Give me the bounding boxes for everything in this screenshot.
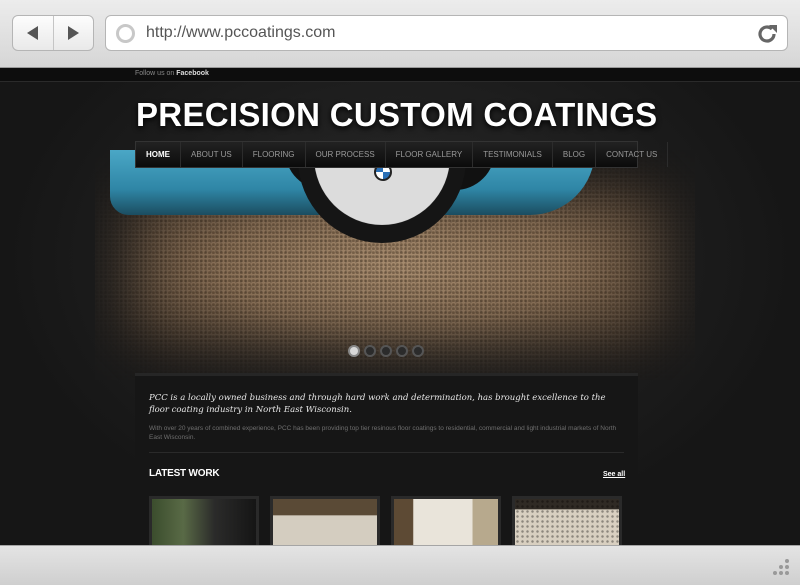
intro-lead-text: PCC is a locally owned business and thro…: [149, 393, 606, 415]
facebook-link[interactable]: Facebook: [176, 70, 209, 77]
see-all-link[interactable]: See all: [603, 471, 625, 478]
web-page: Follow us on Facebook PRECISION CUSTOM C…: [0, 68, 800, 545]
nav-blog[interactable]: BLOG: [553, 142, 597, 167]
nav-home[interactable]: HOME: [136, 142, 181, 167]
thumbnail-image: [273, 499, 377, 545]
thumbnail-image: [515, 499, 619, 545]
follow-text: Follow us on Facebook: [135, 70, 209, 77]
url-text[interactable]: http://www.pccoatings.com: [146, 24, 335, 42]
latest-work-heading: LATEST WORK: [149, 468, 220, 479]
slider-dot-4[interactable]: [396, 345, 408, 357]
work-thumbnail-1[interactable]: [149, 496, 259, 545]
slider-pagination: [348, 345, 424, 357]
thumbnail-image: [394, 499, 498, 545]
thumbnail-image: [152, 499, 256, 545]
back-button[interactable]: [13, 16, 53, 50]
divider: [149, 452, 624, 453]
slider-dot-3[interactable]: [380, 345, 392, 357]
nav-flooring[interactable]: FLOORING: [243, 142, 306, 167]
main-navigation: HOME ABOUT US FLOORING OUR PROCESS FLOOR…: [135, 141, 669, 168]
slider-dot-5[interactable]: [412, 345, 424, 357]
work-thumbnail-2[interactable]: [270, 496, 380, 545]
nav-our-process[interactable]: OUR PROCESS: [306, 142, 386, 167]
back-arrow-icon: [27, 26, 39, 40]
history-nav: [12, 15, 94, 51]
nav-floor-gallery[interactable]: FLOOR GALLERY: [386, 142, 474, 167]
intro-section: PCC is a locally owned business and thro…: [135, 373, 638, 545]
follow-prefix: Follow us on: [135, 70, 175, 77]
work-thumbnail-4[interactable]: [512, 496, 622, 545]
site-logo-title[interactable]: PRECISION CUSTOM COATINGS: [136, 96, 657, 134]
browser-toolbar: http://www.pccoatings.com: [0, 0, 800, 68]
social-strip: Follow us on Facebook: [0, 68, 800, 82]
forward-button[interactable]: [52, 16, 93, 50]
slider-dot-1[interactable]: [348, 345, 360, 357]
address-bar[interactable]: http://www.pccoatings.com: [105, 15, 788, 51]
reload-icon[interactable]: [755, 22, 779, 46]
nav-testimonials[interactable]: TESTIMONIALS: [473, 142, 553, 167]
resize-grip-icon[interactable]: [770, 558, 792, 578]
car-wheel-image: [290, 150, 480, 320]
nav-about-us[interactable]: ABOUT US: [181, 142, 243, 167]
slider-dot-2[interactable]: [364, 345, 376, 357]
forward-arrow-icon: [67, 26, 79, 40]
intro-sub-text: With over 20 years of combined experienc…: [149, 425, 617, 441]
nav-contact-us[interactable]: CONTACT US: [596, 142, 669, 167]
work-thumbnail-3[interactable]: [391, 496, 501, 545]
browser-statusbar: [0, 545, 800, 585]
page-status-icon: [116, 24, 135, 43]
